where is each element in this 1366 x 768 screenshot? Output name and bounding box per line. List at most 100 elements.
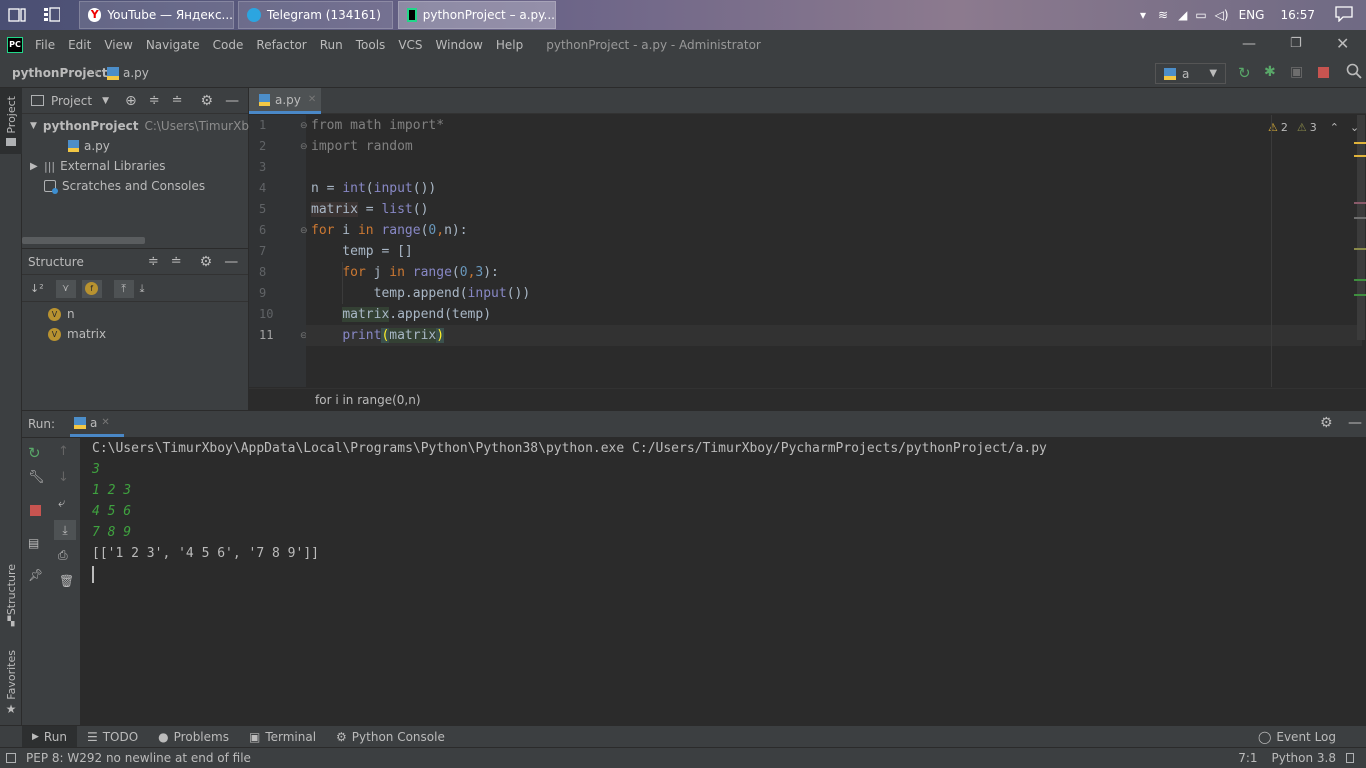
navigate-up-icon[interactable]: ⤒ [113,279,134,298]
gear-icon[interactable]: ⚙ [201,93,214,109]
wrench-icon[interactable]: 🔧︎ [28,470,45,485]
hide-icon[interactable]: — [224,254,238,270]
scroll-to-end-icon[interactable]: ⤓ [54,520,76,540]
taskbar-tab-pycharm[interactable]: pythonProject – a.py... [398,1,556,29]
menu-tools[interactable]: Tools [356,38,386,52]
console-output[interactable]: C:\Users\TimurXboy\AppData\Local\Program… [92,438,1352,585]
fold-icon[interactable]: ⊖ [300,142,308,152]
menu-code[interactable]: Code [213,38,244,52]
run-config-select[interactable]: a ▼ [1155,63,1226,84]
stop-icon[interactable] [30,505,41,516]
panel-toggle-icon[interactable] [6,753,16,763]
close-icon[interactable]: ✕ [101,417,109,428]
gear-icon[interactable]: ⚙ [200,254,213,270]
clock[interactable]: 16:57 [1280,8,1315,22]
favorites-tool-tab[interactable]: Favorites ★ [0,650,22,716]
menu-view[interactable]: View [104,38,132,52]
volume-icon[interactable]: ◁) [1215,8,1229,22]
event-log-tool-tab[interactable]: ◯ Event Log [1248,726,1346,748]
notifications-icon[interactable] [1335,5,1353,25]
lock-icon[interactable] [1346,753,1354,763]
collapse-all-icon[interactable]: ≐ [172,93,183,108]
arrow-down-icon[interactable]: ↓ [58,470,69,485]
print-icon[interactable]: ⎙ [58,548,68,563]
taskbar-apps-icon[interactable] [44,7,61,26]
rerun-icon[interactable]: ↻ [1238,64,1251,82]
code-area[interactable]: from math import* import random n = int(… [311,115,1261,346]
trash-icon[interactable]: 🗑︎ [59,574,74,588]
menu-vcs[interactable]: VCS [398,38,422,52]
python-interpreter[interactable]: Python 3.8 [1272,751,1337,765]
sort-alpha-icon[interactable]: ↓² [30,282,44,295]
horizontal-scrollbar[interactable] [22,237,145,244]
run-tool-tab[interactable]: ▶ Run [22,725,77,748]
search-icon[interactable] [1346,63,1362,82]
soft-wrap-icon[interactable]: ⤶ [58,496,65,511]
gear-icon[interactable]: ⚙ [1320,415,1333,431]
debug-icon[interactable]: ✱ [1264,64,1276,80]
coverage-icon[interactable]: ▣ [1290,64,1303,80]
status-bar: PEP 8: W292 no newline at end of file 7:… [0,747,1366,768]
navigate-down-icon[interactable]: ⤓ [140,282,145,296]
expand-all-icon[interactable]: ≑ [149,93,160,108]
menu-help[interactable]: Help [496,38,523,52]
pin-icon[interactable]: 📌︎ [28,568,43,582]
task-view-icon[interactable] [8,6,26,27]
language-indicator[interactable]: ENG [1239,8,1265,22]
problems-tool-tab[interactable]: ● Problems [148,726,239,748]
hide-icon[interactable]: — [225,93,239,109]
collapse-all-icon[interactable]: ≐ [171,254,182,269]
breadcrumb-file[interactable]: a.py [123,66,149,80]
run-tab-a[interactable]: a ✕ [70,411,124,437]
structure-item-matrix[interactable]: V matrix [22,324,248,344]
menu-edit[interactable]: Edit [68,38,91,52]
menu-refactor[interactable]: Refactor [256,38,306,52]
fold-icon[interactable]: ⊖ [300,121,308,131]
bottom-tool-bar: ▶ Run ☰ TODO ● Problems ▣ Terminal ⚙ Pyt… [0,725,1366,748]
fold-icon[interactable]: ⊖ [300,226,308,236]
project-panel-title[interactable]: Project [51,94,92,108]
tree-item-scratches[interactable]: Scratches and Consoles [22,176,248,196]
status-message[interactable]: PEP 8: W292 no newline at end of file [26,751,251,765]
tree-item-external-libraries[interactable]: ▶ ||| External Libraries [22,156,248,176]
menu-navigate[interactable]: Navigate [146,38,200,52]
network-icon[interactable]: ◢ [1178,8,1187,22]
terminal-tool-tab[interactable]: ▣ Terminal [239,726,326,748]
layout-icon[interactable]: ▤ [28,536,39,550]
expand-all-icon[interactable]: ≑ [148,254,159,269]
python-console-tool-tab[interactable]: ⚙ Python Console [326,726,455,748]
battery-icon[interactable]: ▭ [1195,8,1206,22]
show-inherited-icon[interactable]: ⋎ [55,279,76,298]
editor-vertical-scrollbar[interactable] [1357,115,1365,340]
stop-icon[interactable] [1318,67,1329,78]
minimize-button[interactable]: — [1242,36,1256,52]
rerun-icon[interactable]: ↻ [28,444,41,462]
todo-tool-tab[interactable]: ☰ TODO [77,726,148,748]
chevron-up-icon[interactable]: ⌃ [1330,121,1339,134]
menu-file[interactable]: File [35,38,55,52]
chevron-down-icon[interactable]: ▼ [102,96,109,106]
chevron-up-icon[interactable]: ▾ [1140,8,1146,22]
menu-window[interactable]: Window [436,38,483,52]
taskbar-tab-youtube[interactable]: Y YouTube — Яндекс... [79,1,234,29]
tree-item-project-root[interactable]: ▼ pythonProject C:\Users\TimurXbo [22,116,256,136]
close-button[interactable]: ✕ [1336,34,1349,53]
restore-button[interactable]: ❐ [1290,36,1302,51]
menu-run[interactable]: Run [320,38,343,52]
structure-tool-tab[interactable]: Structure ▚ [0,564,22,634]
editor-breadcrumb[interactable]: for i in range(0,n) [315,393,421,407]
editor-tab-a-py[interactable]: a.py ✕ [249,88,321,114]
arrow-up-icon[interactable]: ↑ [58,444,69,459]
wifi-icon[interactable]: ≋ [1158,8,1168,22]
inspection-widget[interactable]: ⚠ 2 ⚠ 3 ⌃ ⌄ [1268,121,1359,134]
project-tool-tab[interactable]: Project [0,88,22,154]
caret-position[interactable]: 7:1 [1238,751,1257,765]
hide-icon[interactable]: — [1348,415,1362,431]
structure-item-n[interactable]: V n [22,304,248,324]
tree-item-file[interactable]: a.py [22,136,248,156]
close-icon[interactable]: ✕ [308,94,316,105]
locate-icon[interactable]: ⊕ [125,93,137,109]
taskbar-tab-telegram[interactable]: Telegram (134161) [238,1,393,29]
folder-icon [6,137,16,146]
show-fields-icon[interactable]: f [81,279,102,298]
